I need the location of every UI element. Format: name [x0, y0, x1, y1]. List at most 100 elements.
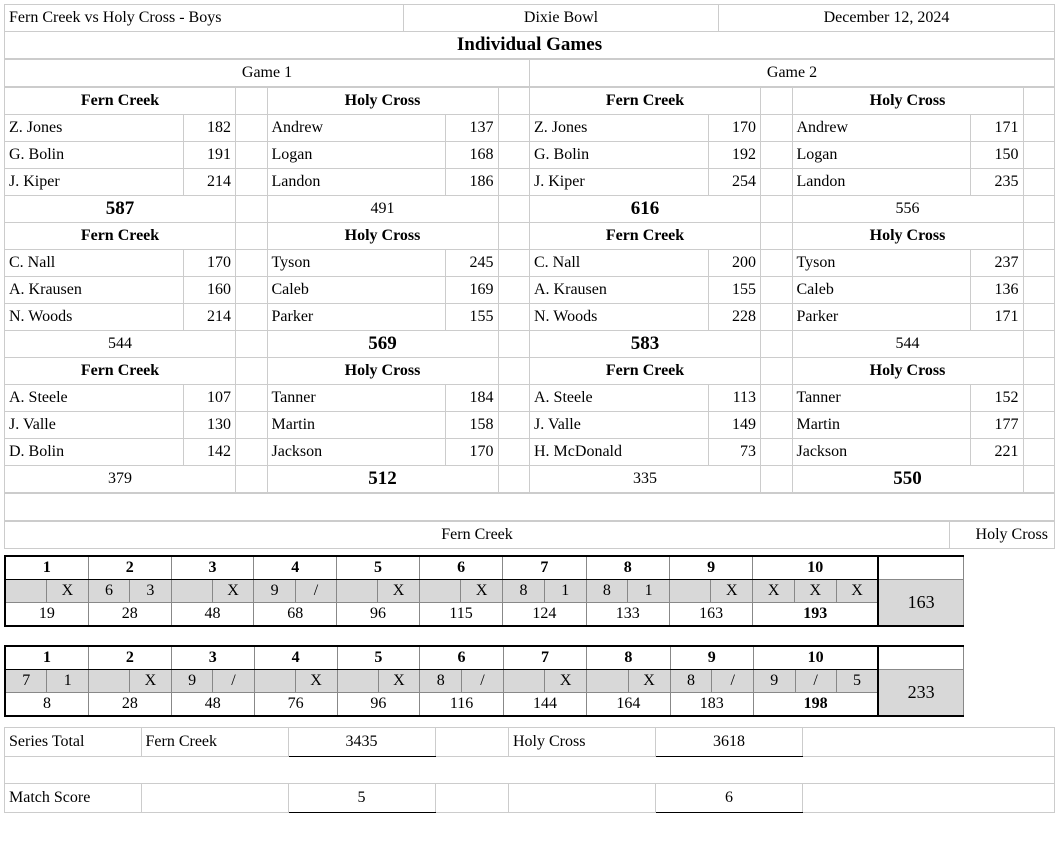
summary-table: Series Total Fern Creek 3435 Holy Cross … — [4, 727, 1055, 813]
scorecard-side-total: 163 — [878, 580, 963, 627]
section-title: Individual Games — [5, 32, 1055, 59]
cumulative-cell: 68 — [254, 603, 337, 627]
cumulative-cell: 124 — [503, 603, 586, 627]
player-name: J. Kiper — [530, 169, 709, 196]
player-name: Landon — [267, 169, 446, 196]
ball-cell: / — [213, 670, 254, 693]
scoresheet: Fern Creek vs Holy Cross - Boys Dixie Bo… — [4, 4, 1055, 813]
player-name: Tanner — [267, 385, 446, 412]
cumulative-cell: 183 — [670, 693, 753, 717]
team-header: Fern Creek — [530, 358, 761, 385]
fern-creek-label: Fern Creek — [5, 522, 950, 549]
team-header: Holy Cross — [792, 223, 1023, 250]
player-score: 107 — [183, 385, 236, 412]
frame-header: 6 — [419, 556, 502, 580]
player-name: Martin — [267, 412, 446, 439]
scorecard: 1234567891071X9/XX8/XX8/9/52338284876961… — [4, 645, 964, 717]
group-total: 583 — [530, 331, 761, 358]
cumulative-cell: 96 — [337, 693, 420, 717]
player-score: 170 — [446, 439, 499, 466]
game-labels: Game 1 Game 2 — [4, 59, 1055, 87]
player-name: Tyson — [267, 250, 446, 277]
ball-cell: / — [795, 670, 836, 693]
player-name: A. Krausen — [530, 277, 709, 304]
player-score: 136 — [971, 277, 1024, 304]
header-table: Fern Creek vs Holy Cross - Boys Dixie Bo… — [4, 4, 1055, 59]
frame-header: 4 — [254, 556, 337, 580]
individual-games: Fern Creek Holy Cross Fern Creek Holy Cross… — [4, 87, 1055, 493]
ball-cell: / — [295, 580, 336, 603]
player-name: Tanner — [792, 385, 971, 412]
series-team-b: Holy Cross — [509, 728, 656, 757]
player-score: 155 — [708, 277, 761, 304]
ball-cell: X — [46, 580, 88, 603]
frame-header: 9 — [669, 556, 752, 580]
group-total: 544 — [792, 331, 1023, 358]
ball-cell — [337, 670, 378, 693]
player-score: 237 — [971, 250, 1024, 277]
game2-label: Game 2 — [530, 60, 1055, 87]
team-header: Fern Creek — [5, 358, 236, 385]
team-header: Fern Creek — [5, 223, 236, 250]
player-score: 170 — [183, 250, 236, 277]
cumulative-cell: 144 — [503, 693, 586, 717]
ball-cell: 1 — [628, 580, 670, 603]
holy-cross-label: Holy Cross — [950, 522, 1055, 549]
ball-cell: 6 — [88, 580, 129, 603]
cumulative-cell: 164 — [587, 693, 670, 717]
player-name: A. Krausen — [5, 277, 184, 304]
player-score: 149 — [708, 412, 761, 439]
player-score: 192 — [708, 142, 761, 169]
player-name: C. Nall — [530, 250, 709, 277]
ball-cell: 1 — [544, 580, 586, 603]
group-total: 569 — [267, 331, 498, 358]
player-name: Caleb — [792, 277, 971, 304]
team-header: Holy Cross — [267, 223, 498, 250]
group-total: 335 — [530, 466, 761, 493]
team-header: Holy Cross — [792, 358, 1023, 385]
player-score: 160 — [183, 277, 236, 304]
frame-header: 3 — [171, 646, 254, 670]
ball-cell — [337, 580, 378, 603]
ball-cell: / — [462, 670, 504, 693]
ball-cell — [88, 670, 129, 693]
ball-cell — [254, 670, 295, 693]
ball-cell: 8 — [420, 670, 462, 693]
player-name: J. Kiper — [5, 169, 184, 196]
team-header: Fern Creek — [530, 223, 761, 250]
player-score: 169 — [446, 277, 499, 304]
player-name: Z. Jones — [5, 115, 184, 142]
scorecards: 12345678910X63X9/XX8181XXXX1631928486896… — [4, 555, 1055, 717]
group-total: 616 — [530, 196, 761, 223]
player-score: 155 — [446, 304, 499, 331]
player-name: Z. Jones — [530, 115, 709, 142]
player-score: 214 — [183, 169, 236, 196]
frame-header: 4 — [254, 646, 337, 670]
ball-cell — [171, 580, 212, 603]
ball-cell: X — [545, 670, 587, 693]
match-b-value: 6 — [656, 784, 803, 813]
ball-cell: 3 — [130, 580, 171, 603]
player-name: Tyson — [792, 250, 971, 277]
ball-cell: X — [794, 580, 836, 603]
player-score: 182 — [183, 115, 236, 142]
player-name: G. Bolin — [5, 142, 184, 169]
series-total-label: Series Total — [5, 728, 142, 757]
ball-cell: X — [212, 580, 254, 603]
ball-cell — [5, 580, 46, 603]
frame-header: 5 — [337, 646, 420, 670]
ball-cell — [503, 670, 544, 693]
player-name: C. Nall — [5, 250, 184, 277]
cumulative-cell: 115 — [419, 603, 502, 627]
ball-cell — [419, 580, 460, 603]
group-total: 556 — [792, 196, 1023, 223]
group-total: 587 — [5, 196, 236, 223]
player-name: Andrew — [267, 115, 446, 142]
player-name: Caleb — [267, 277, 446, 304]
player-score: 214 — [183, 304, 236, 331]
ball-cell: X — [378, 670, 420, 693]
frame-header: 10 — [754, 646, 879, 670]
ball-cell: X — [753, 580, 795, 603]
ball-cell: 9 — [171, 670, 213, 693]
player-name: D. Bolin — [5, 439, 184, 466]
